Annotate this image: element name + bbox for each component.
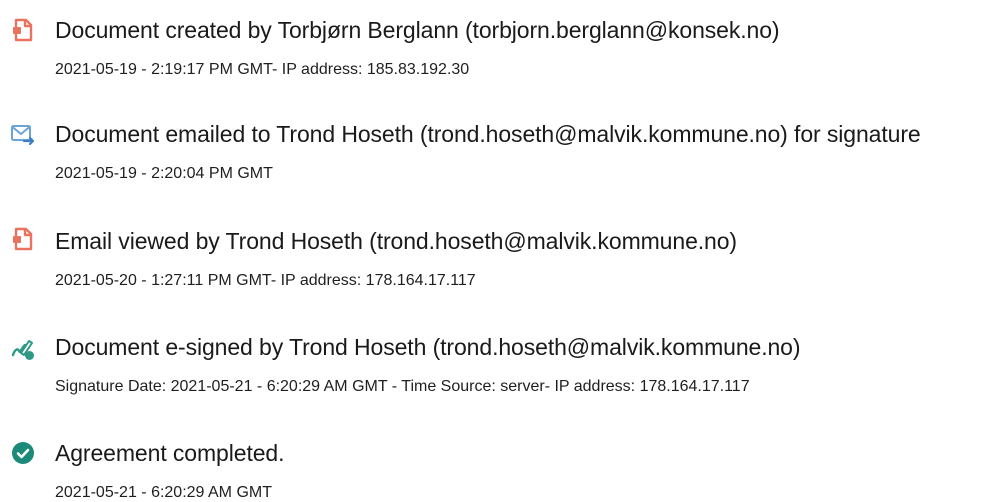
event-title: Document created by Torbjørn Berglann (t…: [55, 17, 780, 43]
event-detail: 2021-05-20 - 1:27:11 PM GMT- IP address:…: [55, 272, 476, 289]
e-signed-icon: [10, 336, 36, 362]
event-title: Document emailed to Trond Hoseth (trond.…: [55, 121, 921, 147]
email-viewed-icon: [10, 226, 36, 252]
agreement-completed-icon: [10, 440, 36, 466]
event-title: Agreement completed.: [55, 440, 285, 466]
event-detail: 2021-05-19 - 2:20:04 PM GMT: [55, 165, 273, 182]
event-detail: Signature Date: 2021-05-21 - 6:20:29 AM …: [55, 378, 750, 395]
event-title: Document e-signed by Trond Hoseth (trond…: [55, 334, 801, 360]
event-title: Email viewed by Trond Hoseth (trond.hose…: [55, 228, 737, 254]
event-detail: 2021-05-21 - 6:20:29 AM GMT: [55, 484, 272, 501]
email-sent-icon: [10, 121, 36, 147]
event-detail: 2021-05-19 - 2:19:17 PM GMT- IP address:…: [55, 61, 470, 78]
document-created-icon: [10, 17, 36, 43]
